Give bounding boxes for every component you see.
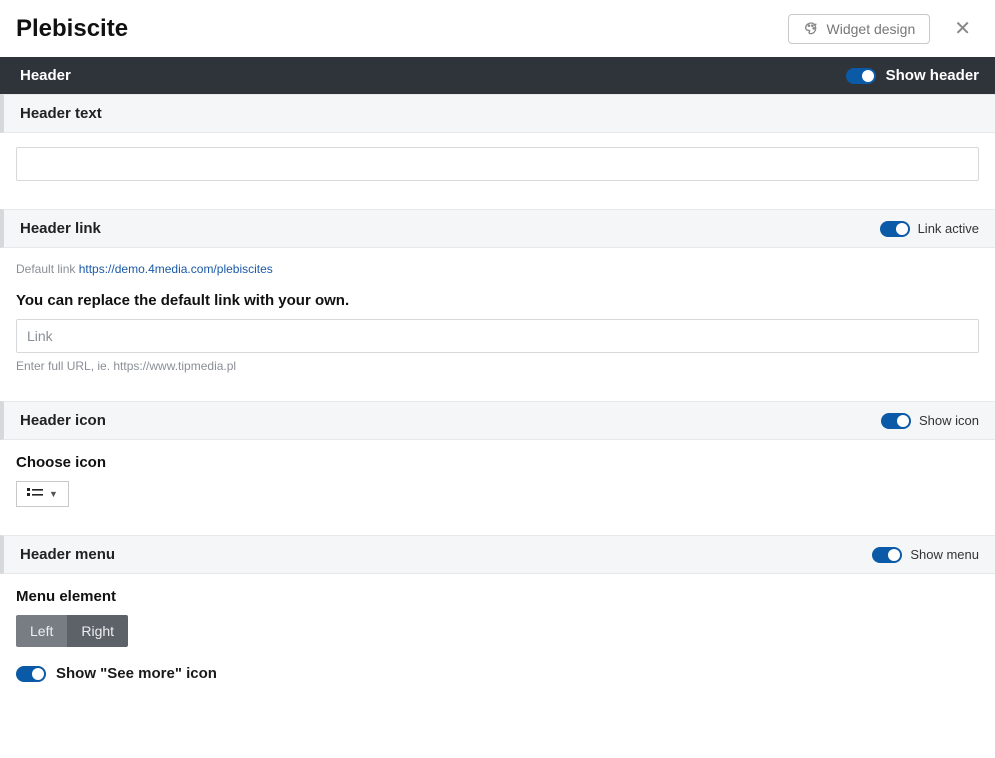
default-link-prefix: Default link: [16, 262, 79, 276]
settings-scroll[interactable]: Plebiscite Widget design ✕ Header S: [0, 0, 995, 758]
replace-link-label: You can replace the default link with yo…: [16, 292, 979, 309]
close-button[interactable]: ✕: [946, 12, 979, 45]
menu-position-left[interactable]: Left: [16, 615, 67, 647]
show-header-control: Show header: [846, 67, 979, 84]
menu-position-right[interactable]: Right: [67, 615, 128, 647]
show-menu-label: Show menu: [910, 547, 979, 562]
section-header-title: Header: [20, 67, 71, 84]
choose-icon-label: Choose icon: [16, 454, 979, 471]
link-input[interactable]: [16, 319, 979, 353]
header-link-body: Default link https://demo.4media.com/ple…: [0, 248, 995, 401]
topbar-actions: Widget design ✕: [788, 12, 979, 45]
show-icon-label: Show icon: [919, 413, 979, 428]
header-text-body: [0, 133, 995, 209]
section-header-menu-title: Header menu: [20, 546, 115, 563]
link-active-toggle[interactable]: [880, 221, 910, 237]
widget-design-button[interactable]: Widget design: [788, 14, 931, 44]
see-more-row: Show "See more" icon: [16, 665, 979, 682]
palette-icon: [803, 21, 819, 37]
default-link-line: Default link https://demo.4media.com/ple…: [16, 262, 979, 276]
show-menu-toggle[interactable]: [872, 547, 902, 563]
section-header-main: Header Show header: [0, 57, 995, 94]
see-more-toggle[interactable]: [16, 666, 46, 682]
show-icon-toggle[interactable]: [881, 413, 911, 429]
link-active-label: Link active: [918, 221, 979, 236]
menu-element-label: Menu element: [16, 588, 979, 605]
show-icon-control: Show icon: [881, 413, 979, 429]
page-title: Plebiscite: [16, 15, 128, 43]
settings-content: Plebiscite Widget design ✕ Header S: [0, 0, 995, 758]
section-header-text-title: Header text: [20, 105, 102, 122]
see-more-label: Show "See more" icon: [56, 665, 217, 682]
topbar: Plebiscite Widget design ✕: [0, 0, 995, 57]
section-header-link-title: Header link: [20, 220, 101, 237]
header-icon-body: Choose icon ▼: [0, 440, 995, 535]
menu-position-segmented: Left Right: [16, 615, 128, 647]
header-menu-body: Menu element Left Right Show "See more" …: [0, 574, 995, 710]
section-header-text: Header text: [0, 94, 995, 133]
list-icon: [27, 488, 43, 500]
chevron-down-icon: ▼: [49, 489, 58, 499]
section-header-icon: Header icon Show icon: [0, 401, 995, 440]
section-header-menu: Header menu Show menu: [0, 535, 995, 574]
show-menu-control: Show menu: [872, 547, 979, 563]
header-text-input[interactable]: [16, 147, 979, 181]
show-header-toggle[interactable]: [846, 68, 876, 84]
icon-picker[interactable]: ▼: [16, 481, 69, 507]
link-hint: Enter full URL, ie. https://www.tipmedia…: [16, 359, 979, 373]
link-active-control: Link active: [880, 221, 979, 237]
close-icon: ✕: [954, 18, 971, 40]
section-header-link: Header link Link active: [0, 209, 995, 248]
show-header-label: Show header: [886, 67, 979, 84]
section-header-icon-title: Header icon: [20, 412, 106, 429]
default-link-url[interactable]: https://demo.4media.com/plebiscites: [79, 262, 273, 276]
widget-design-label: Widget design: [827, 21, 916, 37]
